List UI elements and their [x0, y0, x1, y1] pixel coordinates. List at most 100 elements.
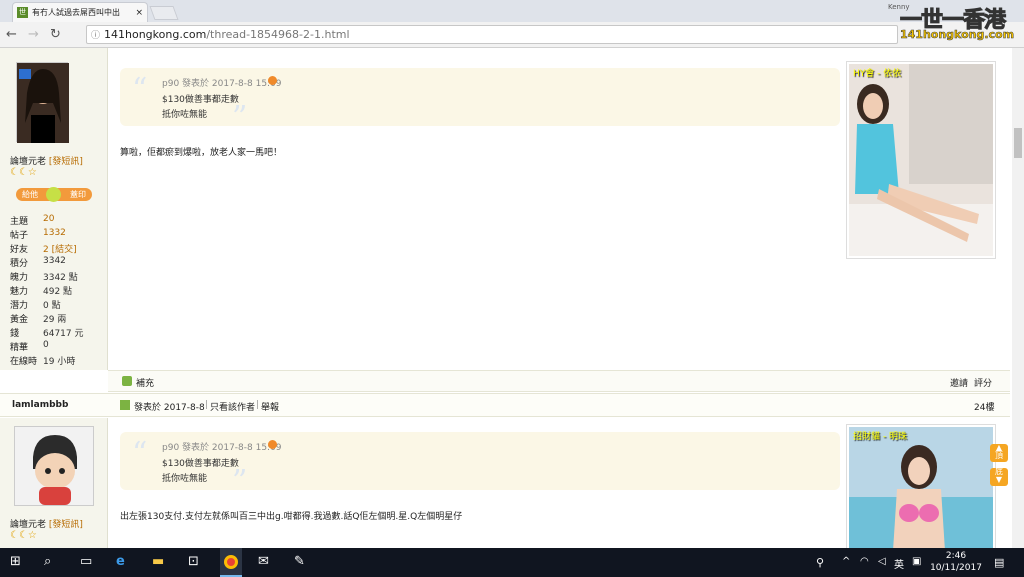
post1-user-panel: 論壇元老 [發短訊] ☾☾☆ 給他 蓋印 主題 20 帖子 1332 好友 2 [結交… — [0, 48, 108, 370]
network-icon[interactable]: ◠ — [860, 556, 869, 567]
windows-taskbar: ⊞ ⌕ ▭ e ▬ ⊡ ✉ ✎ ⚲ ^ ◠ ◁ 英 ▣ 2:46 10/11/2… — [0, 548, 1024, 577]
address-toolbar: ← → ↻ ⓘ 141hongkong.com/thread-1854968-2… — [0, 22, 1024, 48]
store-icon[interactable]: ⊡ — [188, 554, 199, 569]
tab-close-icon[interactable]: × — [135, 8, 143, 18]
stat-row: 精華 0 — [10, 340, 49, 353]
clock-time: 2:46 — [945, 551, 967, 561]
stat-row: 錢 64717 元 — [10, 326, 84, 339]
ime-icon[interactable]: ▣ — [912, 556, 921, 567]
quote-jump-icon[interactable] — [268, 440, 277, 449]
stat-key: 在線時 — [10, 357, 38, 367]
stat-value: 29 兩 — [43, 315, 67, 325]
post1-ad-title: HY會 - 依依 — [853, 69, 902, 79]
scroll-bottom-label: 底 — [995, 467, 1003, 476]
site-favicon-icon: 世 — [17, 7, 28, 18]
clock-date: 10/11/2017 — [930, 563, 982, 573]
post1-quote-meta[interactable]: p90 發表於 2017-8-8 15:09 — [162, 76, 282, 89]
url-field[interactable]: ⓘ 141hongkong.com/thread-1854968-2-1.htm… — [86, 25, 898, 44]
post2-username[interactable]: lamlambbb — [12, 400, 68, 410]
stat-value: 3342 — [43, 256, 66, 266]
invite-link[interactable]: 邀請 — [950, 376, 968, 389]
task-view-icon[interactable]: ▭ — [80, 554, 92, 569]
scroll-top-label: 頂 — [995, 451, 1003, 460]
report-link[interactable]: 舉報 — [261, 400, 279, 413]
stat-value: 19 小時 — [43, 357, 76, 367]
post2-floor[interactable]: 24樓 — [974, 400, 994, 413]
tray-chevron-icon[interactable]: ^ — [842, 556, 850, 567]
stat-row: 帖子 1332 — [10, 228, 66, 241]
back-icon[interactable]: ← — [6, 27, 17, 42]
post1-pm-link[interactable]: [發短訊] — [49, 157, 83, 167]
action-center-icon[interactable]: ▤ — [994, 556, 1004, 569]
post1-quote-line1: $130做善事都走數 — [162, 95, 239, 105]
post2-avatar[interactable] — [14, 426, 94, 506]
search-icon[interactable]: ⌕ — [44, 554, 51, 569]
open-quote-icon: “ — [132, 436, 148, 471]
post1-quote-block: “ p90 發表於 2017-8-8 15:09 $130做善事都走數 抵你咗無… — [120, 68, 840, 135]
separator: | — [205, 400, 209, 410]
post2-ad-image[interactable]: 招財貓 - 明珠 — [846, 424, 996, 548]
stat-key: 潛力 — [10, 301, 29, 311]
post1-body: 算啦，佢都瘀到爆啦，放老人家一馬吧！ — [120, 148, 283, 158]
clock[interactable]: 2:46 10/11/2017 — [930, 550, 982, 574]
post1-rank-stars: ☾☾☆ — [10, 167, 37, 178]
stat-row: 魄力 3342 點 — [10, 270, 78, 283]
new-tab-button[interactable] — [149, 6, 179, 20]
only-author-link[interactable]: 只看該作者 — [210, 400, 255, 413]
post2-quote-meta[interactable]: p90 發表於 2017-8-8 15:09 — [162, 440, 282, 453]
scrollbar-thumb[interactable] — [1014, 128, 1022, 158]
post2-quote-block: “ p90 發表於 2017-8-8 15:09 $130做善事都走數 抵你咗無… — [120, 432, 840, 499]
tab-title: 有冇人試過去屌西叫中出 — [32, 8, 120, 17]
stat-key: 魄力 — [10, 273, 29, 283]
quote-jump-icon[interactable] — [268, 76, 277, 85]
post2-posted: 發表於 2017-8-8 — [134, 403, 205, 413]
volume-icon[interactable]: ◁ — [878, 556, 886, 567]
brand-url: 141hongkong.com — [900, 28, 1015, 42]
chrome-icon[interactable] — [220, 548, 242, 577]
browser-tab[interactable]: 世 有冇人試過去屌西叫中出 × — [12, 2, 148, 22]
mail-icon[interactable]: ✉ — [258, 554, 269, 569]
scroll-top-button[interactable]: ▲ 頂 — [990, 444, 1008, 462]
edge-icon[interactable]: e — [116, 554, 125, 569]
post1-mood-icon — [46, 187, 61, 202]
stat-row: 黃金 29 兩 — [10, 312, 66, 325]
post2-rank-stars: ☾☾☆ — [10, 530, 37, 541]
post1-ad-image[interactable]: HY會 - 依依 — [846, 61, 996, 259]
stat-value[interactable]: 1332 — [43, 228, 66, 241]
stat-key: 魅力 — [10, 287, 29, 297]
stat-key: 黃金 — [10, 315, 29, 325]
people-icon[interactable]: ⚲ — [816, 556, 824, 569]
page-scrollbar[interactable] — [1012, 48, 1024, 548]
stat-row: 魅力 492 點 — [10, 284, 72, 297]
post2-pm-link[interactable]: [發短訊] — [49, 520, 83, 530]
post1-give-button[interactable]: 給他 — [22, 189, 38, 200]
stat-key: 精華 — [10, 343, 29, 353]
stat-value: 64717 元 — [43, 329, 84, 339]
stat-value[interactable]: 20 — [43, 214, 54, 227]
open-quote-icon: “ — [132, 72, 148, 107]
post2-quote-line2: 抵你咗無能 — [162, 474, 208, 484]
stat-key: 帖子 — [10, 231, 29, 241]
stat-value: 0 點 — [43, 301, 61, 311]
post1-give-stamp-bar: 給他 蓋印 — [16, 187, 92, 202]
post1-avatar[interactable] — [16, 62, 69, 143]
rate-link[interactable]: 評分 — [974, 376, 992, 389]
input-language[interactable]: 英 — [894, 556, 904, 571]
stat-value: 492 點 — [43, 287, 73, 297]
paint-icon[interactable]: ✎ — [294, 554, 305, 569]
scroll-bottom-button[interactable]: 底 ▼ — [990, 468, 1008, 486]
forward-icon[interactable]: → — [28, 27, 39, 42]
file-explorer-icon[interactable]: ▬ — [152, 554, 164, 569]
supplement-link[interactable]: 補充 — [136, 376, 154, 389]
info-icon[interactable]: ⓘ — [91, 28, 100, 41]
close-quote-icon: ” — [232, 100, 248, 135]
windows-start-icon[interactable]: ⊞ — [10, 554, 21, 569]
stat-value[interactable]: 2 [結交] — [43, 242, 77, 255]
post2-ad-title: 招財貓 - 明珠 — [853, 432, 907, 442]
url-host: 141hongkong.com — [104, 28, 207, 41]
stat-key: 好友 — [10, 245, 29, 255]
post2-rank-row: 論壇元老 [發短訊] — [10, 517, 83, 530]
post2-quote-line1: $130做善事都走數 — [162, 459, 239, 469]
post1-stamp-button[interactable]: 蓋印 — [70, 189, 86, 200]
reload-icon[interactable]: ↻ — [50, 27, 61, 42]
